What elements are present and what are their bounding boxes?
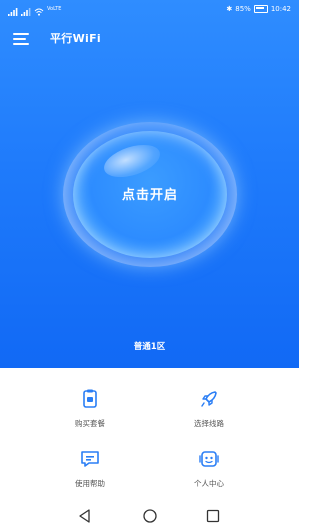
recents-icon[interactable]	[205, 508, 221, 524]
grid-item-label: 个人中心	[194, 479, 224, 488]
feature-grid: 购买套餐 选择线路 使用帮助 个人中心	[0, 368, 299, 500]
top-bar: 平行WiFi	[0, 22, 299, 56]
menu-icon[interactable]	[13, 32, 31, 46]
connect-button-label: 点击开启	[121, 188, 178, 203]
package-icon	[79, 388, 101, 410]
profile-icon	[198, 448, 220, 470]
wifi-icon	[34, 5, 44, 16]
grid-item-buy-package[interactable]: 购买套餐	[30, 388, 150, 444]
network-info: VoLTE	[47, 6, 62, 12]
status-right: ✱ 85% 10:42	[226, 0, 291, 18]
back-icon[interactable]	[77, 508, 93, 524]
signal-icon	[8, 5, 18, 16]
grid-item-label: 使用帮助	[75, 479, 105, 488]
chat-help-icon	[79, 448, 101, 470]
signal-icon-2	[21, 5, 31, 16]
status-left: VoLTE	[8, 0, 61, 18]
system-nav-bar	[0, 500, 299, 532]
region-label[interactable]: 普通1区	[0, 340, 299, 352]
rocket-icon	[198, 388, 220, 410]
grid-item-label: 选择线路	[194, 419, 224, 428]
grid-item-profile[interactable]: 个人中心	[149, 448, 269, 504]
battery-icon	[253, 5, 268, 13]
battery-percent: 85%	[235, 5, 251, 13]
home-icon[interactable]	[142, 508, 158, 524]
orb-highlight	[100, 138, 164, 184]
grid-item-label: 购买套餐	[75, 419, 105, 428]
status-time: 10:42	[270, 5, 291, 13]
bluetooth-icon: ✱	[226, 5, 233, 13]
hero-panel: VoLTE ✱ 85% 10:42 平行WiFi 点击开启 普通1区	[0, 0, 299, 368]
status-bar: VoLTE ✱ 85% 10:42	[0, 0, 299, 18]
connect-button[interactable]: 点击开启	[63, 122, 237, 267]
app-title: 平行WiFi	[50, 32, 101, 45]
grid-item-select-line[interactable]: 选择线路	[149, 388, 269, 444]
grid-item-help[interactable]: 使用帮助	[30, 448, 150, 504]
